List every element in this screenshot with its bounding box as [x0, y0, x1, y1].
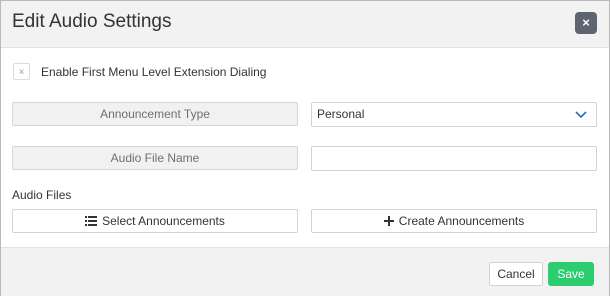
create-announcements-button[interactable]: Create Announcements [311, 209, 597, 233]
close-button[interactable]: × [575, 12, 597, 34]
edit-audio-settings-dialog: Edit Audio Settings × × Enable First Men… [0, 0, 610, 296]
chevron-down-icon [575, 111, 587, 119]
select-announcements-label: Select Announcements [102, 214, 225, 228]
create-announcements-label: Create Announcements [398, 214, 525, 228]
save-button[interactable]: Save [548, 262, 594, 286]
announcement-type-label: Announcement Type [12, 102, 298, 126]
audio-files-label: Audio Files [12, 188, 72, 202]
dialog-footer: Cancel Save [1, 247, 609, 296]
cancel-button[interactable]: Cancel [489, 262, 543, 286]
dialog-header: Edit Audio Settings × [1, 1, 609, 48]
select-announcements-button[interactable]: Select Announcements [12, 209, 298, 233]
announcement-type-value: Personal [317, 107, 365, 121]
announcement-type-select[interactable]: Personal [311, 102, 597, 127]
audio-file-name-input[interactable] [311, 146, 597, 171]
plus-icon [383, 215, 394, 226]
extension-dialing-checkbox[interactable]: × [13, 63, 30, 80]
extension-dialing-label: Enable First Menu Level Extension Dialin… [41, 65, 267, 79]
list-icon [85, 215, 98, 226]
close-icon: × [582, 15, 590, 30]
dialog-title: Edit Audio Settings [12, 11, 172, 32]
audio-file-name-label: Audio File Name [12, 146, 298, 170]
